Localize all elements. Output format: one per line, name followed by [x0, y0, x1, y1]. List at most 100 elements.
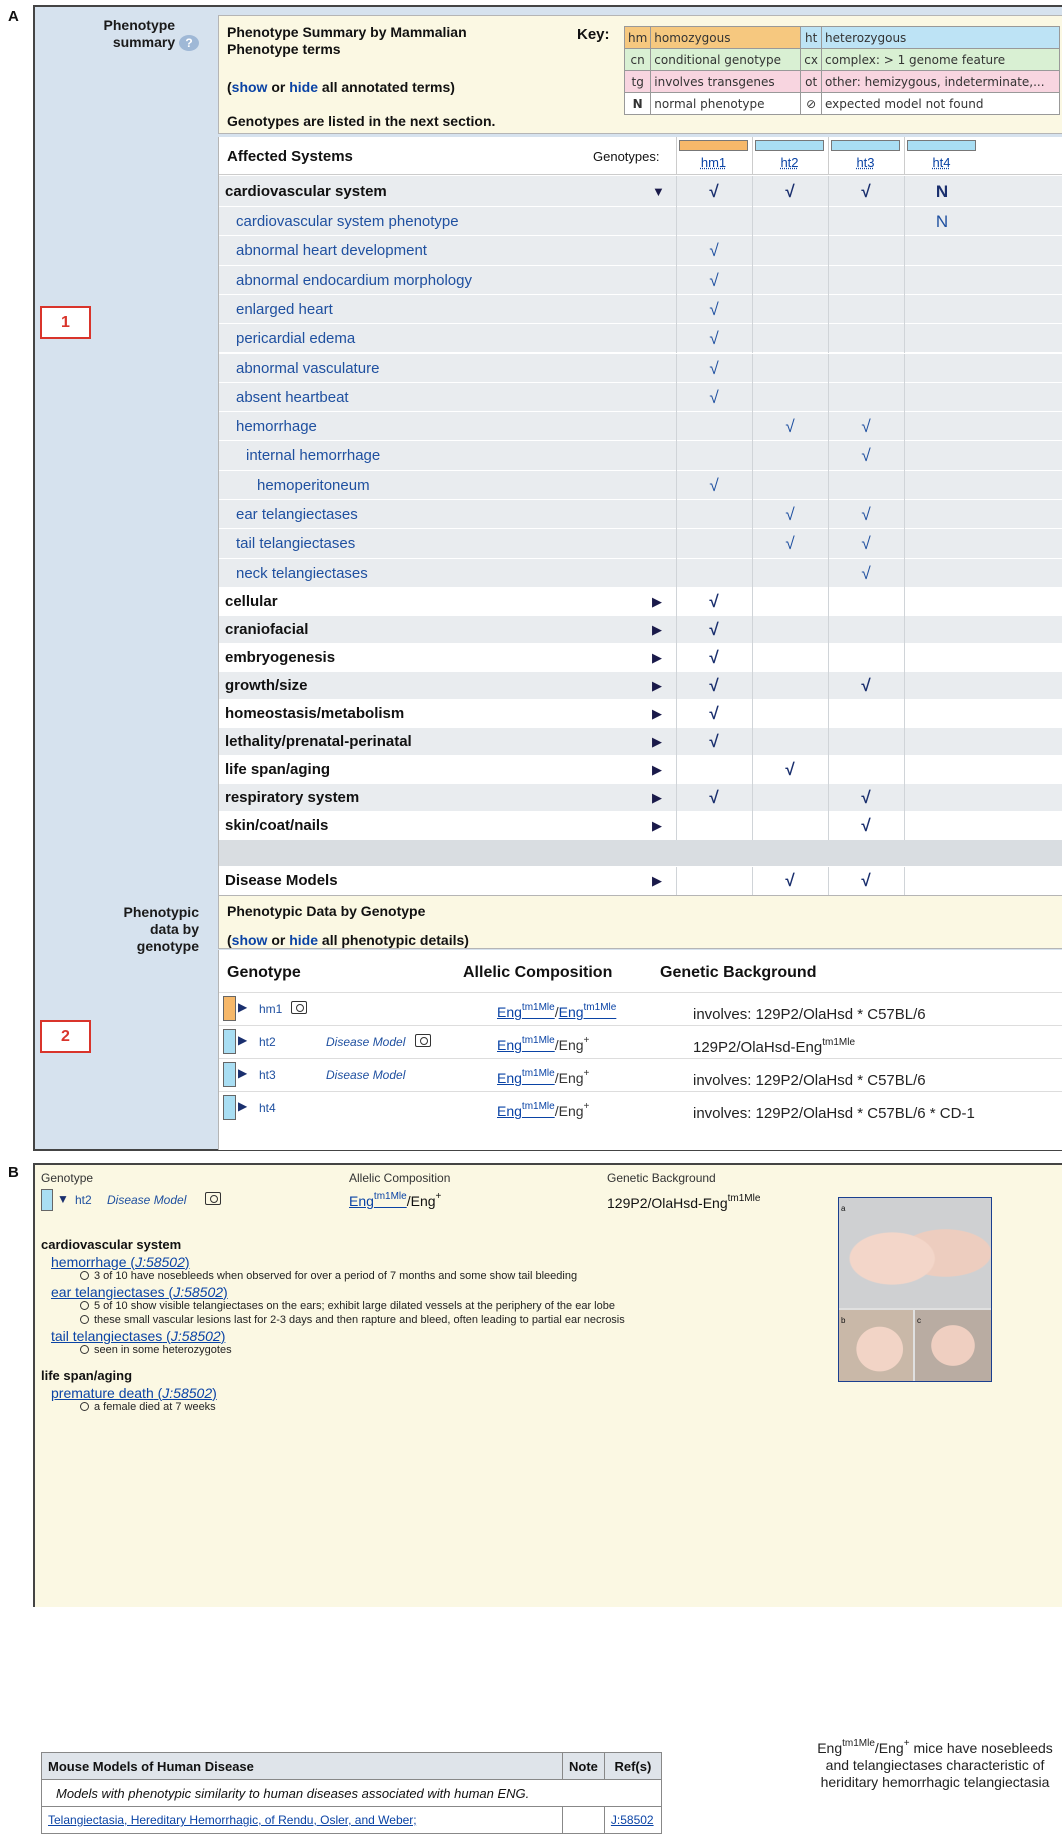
system-row[interactable]: abnormal heart development √ [219, 236, 1062, 266]
term-ref-link[interactable]: J:58502 [135, 1254, 185, 1270]
expand-right-icon[interactable]: ▶ [652, 867, 662, 895]
system-row[interactable]: abnormal endocardium morphology √ [219, 265, 1062, 295]
expand-right-icon[interactable]: ▶ [652, 812, 662, 840]
system-name[interactable]: abnormal heart development [236, 236, 427, 265]
allele-link[interactable]: Engtm1Mle [497, 1068, 555, 1086]
mmhd-ref-link[interactable]: J:58502 [603, 1806, 662, 1834]
camera-icon[interactable] [205, 1192, 221, 1205]
camera-icon[interactable] [415, 1034, 431, 1047]
expand-right-icon[interactable]: ▶ [652, 784, 662, 812]
genotype-col-hm1[interactable]: hm1 [676, 137, 751, 175]
system-name[interactable]: growth/size [225, 672, 308, 700]
genotype-name[interactable]: ht2 [259, 1035, 276, 1049]
mmhd-disease-link[interactable]: Telangiectasia, Hereditary Hemorrhagic, … [41, 1806, 563, 1834]
disease-model-link[interactable]: Disease Model [326, 1068, 405, 1082]
system-name[interactable]: hemorrhage [236, 412, 317, 441]
disease-models-name[interactable]: Disease Models [225, 867, 338, 895]
system-name[interactable]: cardiovascular system phenotype [236, 207, 459, 236]
system-name[interactable]: absent heartbeat [236, 383, 349, 412]
phenotype-term-link[interactable]: tail telangiectases (J:58502) [51, 1328, 225, 1344]
question-circle-icon[interactable]: ? [179, 35, 199, 51]
allele-2[interactable]: Engtm1Mle [559, 1002, 617, 1020]
system-row[interactable]: absent heartbeat √ [219, 382, 1062, 413]
system-name[interactable]: craniofacial [225, 616, 308, 644]
term-name[interactable]: tail telangiectases [51, 1328, 162, 1344]
expand-right-icon[interactable]: ▶ [652, 700, 662, 728]
system-row[interactable]: cardiovascular system phenotype N [219, 207, 1062, 237]
disease-model-link[interactable]: Disease Model [326, 1035, 405, 1049]
system-row[interactable]: growth/size ▶ √ √ [219, 671, 1062, 700]
genotype-col-ht3[interactable]: ht3 [828, 137, 903, 175]
term-name[interactable]: hemorrhage [51, 1254, 127, 1270]
genotype-row[interactable]: ▶ ht2 Disease Model Engtm1Mle/Eng+ 129P2/Ola… [219, 1025, 1062, 1058]
system-name[interactable]: cellular [225, 588, 278, 616]
expand-right-icon[interactable]: ▶ [238, 1000, 247, 1014]
system-row[interactable]: enlarged heart √ [219, 294, 1062, 325]
system-row[interactable]: homeostasis/metabolism ▶ √ [219, 699, 1062, 728]
system-name[interactable]: skin/coat/nails [225, 812, 328, 840]
genotype-name[interactable]: ht4 [259, 1101, 276, 1115]
system-row[interactable]: neck telangiectases √ [219, 558, 1062, 588]
genotype-col-label[interactable]: ht3 [829, 155, 902, 170]
genotype-col-label[interactable]: ht2 [753, 155, 826, 170]
phenotype-term-link[interactable]: ear telangiectases (J:58502) [51, 1284, 228, 1300]
genotype-col-label[interactable]: ht4 [905, 155, 978, 170]
system-name[interactable]: neck telangiectases [236, 559, 368, 588]
genotype-name[interactable]: hm1 [259, 1002, 282, 1016]
system-name[interactable]: tail telangiectases [236, 529, 355, 558]
system-name[interactable]: abnormal endocardium morphology [236, 266, 472, 295]
allele-link[interactable]: Engtm1Mle [497, 1002, 555, 1020]
system-row[interactable]: life span/aging ▶ √ [219, 755, 1062, 784]
system-row[interactable]: hemorrhage √ √ [219, 412, 1062, 442]
hide-details-link[interactable]: hide [289, 932, 318, 948]
system-name[interactable]: ear telangiectases [236, 500, 358, 529]
system-name[interactable]: abnormal vasculature [236, 354, 379, 383]
genotype-col-label[interactable]: hm1 [677, 155, 750, 170]
collapse-triangle-icon[interactable]: ▼ [57, 1192, 69, 1206]
system-name[interactable]: homeostasis/metabolism [225, 700, 404, 728]
show-terms-link[interactable]: show [232, 79, 268, 95]
genotype-row[interactable]: ▶ ht3 Disease Model Engtm1Mle/Eng+ involves:… [219, 1058, 1062, 1091]
system-row[interactable]: respiratory system ▶ √ √ [219, 783, 1062, 812]
genotype-row[interactable]: ▶ ht4 Engtm1Mle/Eng+ involves: 129P2/OlaHsd… [219, 1091, 1062, 1124]
camera-icon[interactable] [291, 1001, 307, 1014]
system-name[interactable]: internal hemorrhage [246, 441, 380, 470]
genotype-col-ht2[interactable]: ht2 [752, 137, 827, 175]
expand-right-icon[interactable]: ▶ [238, 1066, 247, 1080]
system-row[interactable]: tail telangiectases √ √ [219, 529, 1062, 559]
phenotype-term-link[interactable]: premature death (J:58502) [51, 1385, 217, 1401]
expand-down-icon[interactable]: ▼ [652, 176, 665, 207]
system-row[interactable]: cardiovascular system ▼ √ √ √ N [219, 176, 1062, 207]
system-row[interactable]: cellular ▶ √ [219, 587, 1062, 616]
system-row[interactable]: pericardial edema √ [219, 324, 1062, 354]
expand-right-icon[interactable]: ▶ [652, 756, 662, 784]
expand-right-icon[interactable]: ▶ [652, 588, 662, 616]
term-ref-link[interactable]: J:58502 [171, 1328, 221, 1344]
b-disease-model[interactable]: Disease Model [107, 1193, 186, 1207]
system-name[interactable]: lethality/prenatal-perinatal [225, 728, 412, 756]
system-name[interactable]: hemoperitoneum [257, 471, 370, 500]
system-name[interactable]: cardiovascular system [225, 176, 387, 207]
system-row[interactable]: abnormal vasculature √ [219, 353, 1062, 383]
genotype-name[interactable]: ht3 [259, 1068, 276, 1082]
disease-models-row[interactable]: Disease Models ▶ √ √ [219, 866, 1062, 895]
phenotype-term-link[interactable]: hemorrhage (J:58502) [51, 1254, 190, 1270]
term-ref-link[interactable]: J:58502 [162, 1385, 212, 1401]
system-row[interactable]: craniofacial ▶ √ [219, 615, 1062, 644]
expand-right-icon[interactable]: ▶ [652, 728, 662, 756]
expand-right-icon[interactable]: ▶ [652, 616, 662, 644]
system-name[interactable]: embryogenesis [225, 644, 335, 672]
system-name[interactable]: respiratory system [225, 784, 359, 812]
system-name[interactable]: pericardial edema [236, 324, 355, 353]
system-row[interactable]: ear telangiectases √ √ [219, 500, 1062, 530]
system-row[interactable]: skin/coat/nails ▶ √ [219, 811, 1062, 840]
expand-right-icon[interactable]: ▶ [652, 644, 662, 672]
expand-right-icon[interactable]: ▶ [652, 672, 662, 700]
expand-right-icon[interactable]: ▶ [238, 1099, 247, 1113]
term-name[interactable]: ear telangiectases [51, 1284, 165, 1300]
show-details-link[interactable]: show [232, 932, 268, 948]
system-row[interactable]: lethality/prenatal-perinatal ▶ √ [219, 727, 1062, 756]
system-name[interactable]: enlarged heart [236, 295, 333, 324]
b-genotype-name[interactable]: ht2 [75, 1193, 92, 1207]
genotype-col-ht4[interactable]: ht4 [904, 137, 979, 175]
